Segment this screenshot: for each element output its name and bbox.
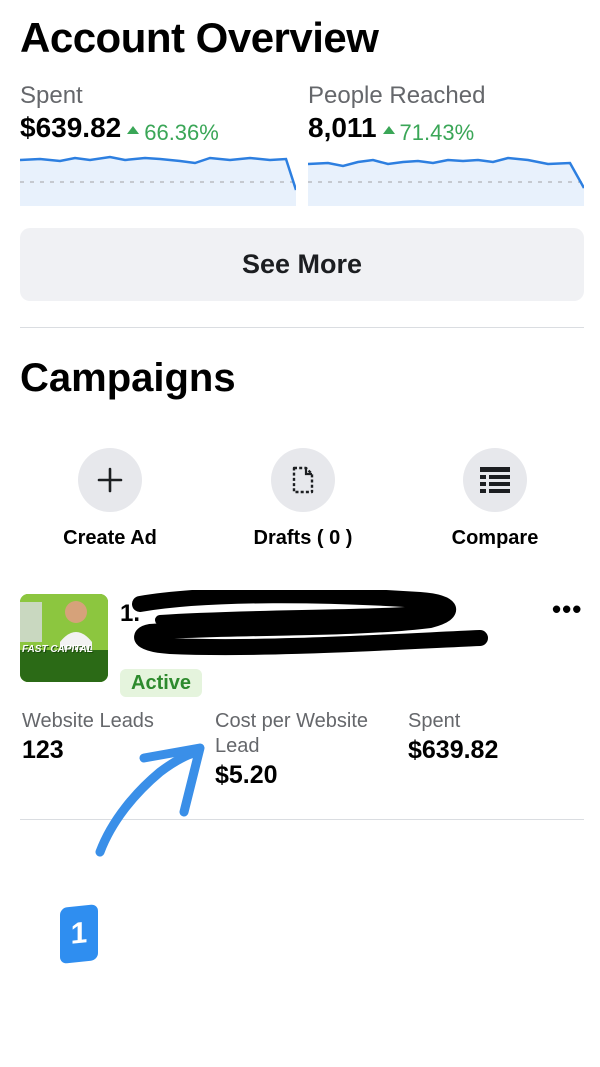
step-number-badge: 1 bbox=[60, 904, 98, 964]
